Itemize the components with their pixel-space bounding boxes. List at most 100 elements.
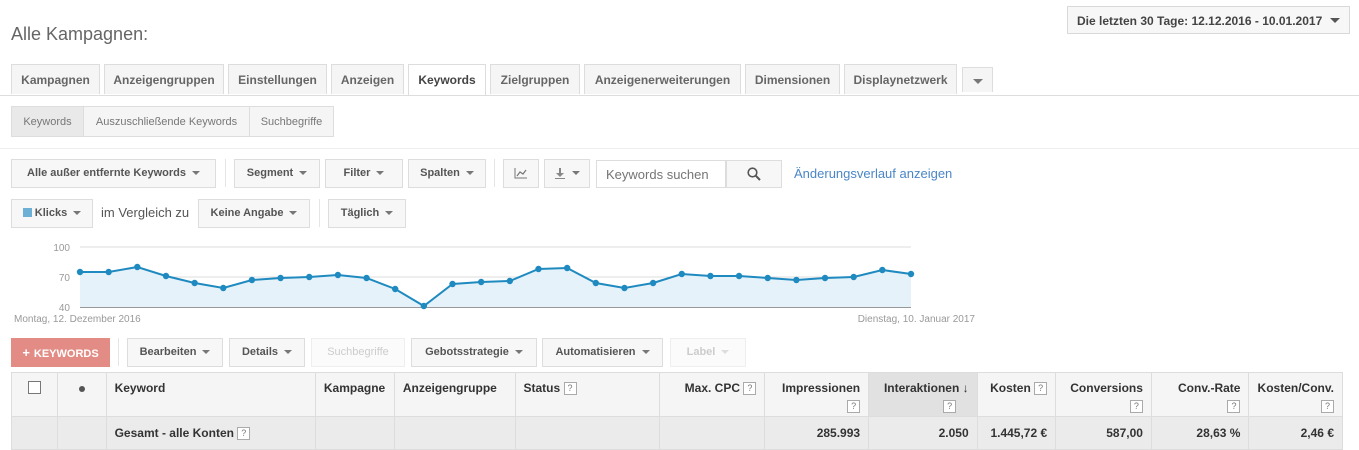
data-point[interactable] [621,284,628,292]
data-point[interactable] [105,268,112,276]
subtab-keywords[interactable]: Keywords [11,106,84,137]
help-icon[interactable]: ? [1034,382,1048,396]
search-button[interactable] [726,160,782,188]
filter-button[interactable]: Filter [325,159,403,188]
segment-label: Segment [246,167,294,179]
date-range-selector[interactable]: Die letzten 30 Tage: 12.12.2016 - 10.01.… [1067,6,1350,34]
change-history-link[interactable]: Änderungsverlauf anzeigen [794,166,952,181]
keyword-scope-dropdown[interactable]: Alle außer entfernte Keywords [11,159,216,188]
data-point[interactable] [821,274,829,282]
dropdown-arrow-icon [721,350,730,355]
tab-dimensionen[interactable]: Dimensionen [745,64,840,94]
data-point[interactable] [592,279,599,287]
data-point[interactable] [363,274,370,282]
page-title: Alle Kampagnen: [11,24,149,44]
help-icon[interactable]: ? [847,400,861,414]
edit-button[interactable]: Bearbeiten [127,338,223,367]
automate-button[interactable]: Automatisieren [542,338,663,367]
subtab-negative-keywords[interactable]: Auszuschließende Keywords [83,106,250,137]
header-interactions-label: Interaktionen [883,381,960,395]
tab-anzeigengruppen[interactable]: Anzeigengruppen [104,64,224,94]
data-point[interactable] [506,277,514,285]
header-conv-rate[interactable]: Conv.-Rate? [1150,372,1250,417]
header-interactions[interactable]: Interaktionen ↓? [868,372,978,417]
header-impressions[interactable]: Impressionen? [764,372,870,417]
data-point[interactable] [907,270,915,278]
help-icon[interactable]: ? [563,382,577,396]
header-status[interactable]: Status ? [514,372,661,417]
tab-keywords[interactable]: Keywords [408,64,486,96]
download-button[interactable] [544,159,590,188]
header-keyword[interactable]: Keyword [105,372,316,417]
header-max-cpc[interactable]: Max. CPC ? [659,372,766,417]
data-point[interactable] [793,276,800,284]
data-point[interactable] [334,271,342,279]
data-point[interactable] [420,302,428,310]
tab-kampagnen[interactable]: Kampagnen [11,64,100,94]
y-tick-label: 100 [53,243,70,254]
help-icon[interactable]: ? [943,400,957,414]
chart-metric-dropdown[interactable]: Klicks [11,199,93,228]
data-point[interactable] [477,278,485,286]
add-keywords-button[interactable]: + KEYWORDS [11,338,110,367]
total-impressions: 285.993 [764,416,870,450]
total-cell-empty [57,416,107,450]
details-button[interactable]: Details [229,338,305,367]
keyword-search-input[interactable] [596,160,726,188]
tab-zielgruppen[interactable]: Zielgruppen [490,64,580,94]
data-point[interactable] [850,273,857,281]
data-point[interactable] [707,272,714,280]
dropdown-arrow-icon [73,211,82,216]
tab-anzeigen[interactable]: Anzeigen [331,64,404,94]
help-icon[interactable]: ? [1227,400,1241,414]
tab-einstellungen[interactable]: Einstellungen [228,64,327,94]
header-conversions[interactable]: Conversions? [1055,372,1152,417]
tab-anzeigenerweiterungen[interactable]: Anzeigenerweiterungen [584,64,741,94]
help-icon[interactable]: ? [237,427,251,441]
compare-text: im Vergleich zu [101,205,190,220]
segment-button[interactable]: Segment [234,159,320,188]
data-point[interactable] [220,284,227,292]
data-point[interactable] [306,273,313,281]
data-point[interactable] [191,279,198,287]
data-point[interactable] [162,272,170,280]
search-terms-button[interactable]: Suchbegriffe [311,338,405,367]
data-point[interactable] [76,268,84,276]
download-icon [555,168,565,180]
chart-toggle-button[interactable] [503,159,539,188]
help-icon[interactable]: ? [1129,400,1143,414]
data-point[interactable] [879,266,886,274]
data-point[interactable] [764,274,771,282]
data-point[interactable] [277,274,284,282]
help-icon[interactable]: ? [743,382,757,396]
header-cost[interactable]: Kosten ? [976,372,1057,417]
more-tabs-button[interactable] [962,67,993,92]
header-adgroup[interactable]: Anzeigengruppe [393,372,516,417]
data-point[interactable] [735,272,743,280]
dropdown-arrow-icon [299,171,308,176]
bid-strategy-button[interactable]: Gebotsstrategie [411,338,537,367]
dropdown-arrow-icon [465,171,474,176]
data-point[interactable] [535,265,542,273]
select-all-checkbox[interactable] [28,381,42,394]
total-cell-empty [393,416,516,450]
data-point[interactable] [449,280,456,288]
header-campaign[interactable]: Kampagne [314,372,395,417]
data-point[interactable] [392,285,399,293]
compare-metric-dropdown[interactable]: Keine Angabe [198,199,310,228]
data-point[interactable] [563,264,571,272]
tab-displaynetzwerk[interactable]: Displaynetzwerk [844,64,957,94]
data-point[interactable] [649,279,657,287]
dropdown-arrow-icon [284,350,293,355]
header-cost-per-conv[interactable]: Kosten/Conv.? [1248,372,1343,417]
data-point[interactable] [248,276,256,284]
help-icon[interactable]: ? [1321,400,1334,414]
label-button[interactable]: Label [670,338,746,367]
interval-dropdown[interactable]: Täglich [328,199,406,228]
columns-button[interactable]: Spalten [408,159,486,188]
header-cost-per-conv-label: Kosten/Conv. [1257,381,1334,395]
subtab-search-terms[interactable]: Suchbegriffe [249,106,334,137]
data-point[interactable] [134,263,141,271]
details-label: Details [241,346,279,358]
data-point[interactable] [678,270,685,278]
